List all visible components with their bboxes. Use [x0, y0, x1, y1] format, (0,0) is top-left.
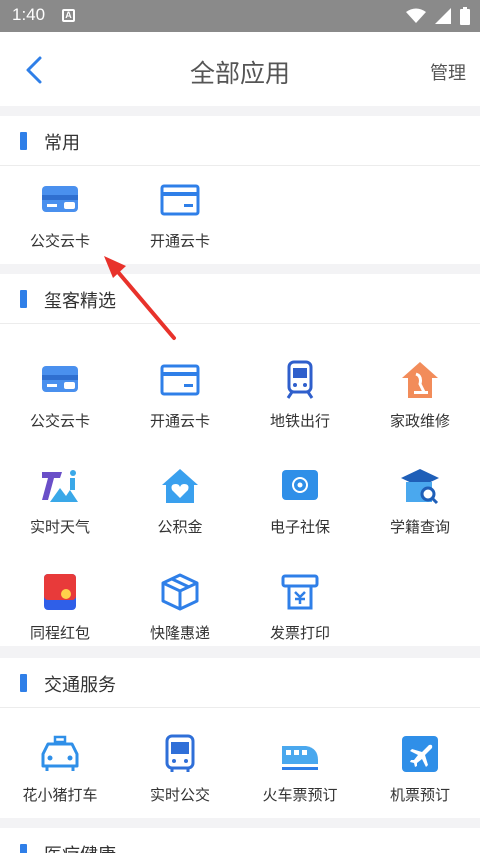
status-bar: 1:40 A: [0, 0, 480, 32]
app-label: 发票打印: [269, 624, 330, 642]
app-label: 实时公交: [149, 786, 210, 804]
section-header: 玺客精选: [0, 274, 480, 324]
taxi-car-icon: [41, 735, 79, 771]
manage-button[interactable]: 管理: [430, 59, 466, 85]
section-title: 医疗健康: [44, 841, 116, 853]
app-label: 公积金: [157, 518, 203, 536]
app-red-packet[interactable]: 同程红包: [0, 560, 120, 656]
red-packet-icon: [44, 574, 76, 610]
app-housing-fund[interactable]: 公积金: [120, 454, 240, 550]
app-label: 公交云卡: [29, 412, 90, 430]
nav-bar: 全部应用 管理: [0, 32, 480, 106]
section-header: 常用: [0, 116, 480, 166]
app-home-repair[interactable]: 家政维修: [360, 348, 480, 444]
house-heart-icon: [162, 469, 198, 503]
section-featured: 玺客精选 公交云卡 开通云卡 地铁出行 家政维修 实时天气 公积金 电子社保 学…: [0, 274, 480, 646]
app-label: 家政维修: [389, 412, 450, 430]
app-open-card[interactable]: 开通云卡: [120, 348, 240, 444]
section-marker: [20, 674, 27, 692]
app-metro[interactable]: 地铁出行: [240, 348, 360, 444]
graduation-search-icon: [401, 469, 439, 505]
app-label: 公交云卡: [29, 232, 90, 250]
page-title: 全部应用: [189, 59, 290, 88]
app-bus-card[interactable]: 公交云卡: [0, 348, 120, 444]
app-label: 火车票预订: [262, 786, 338, 804]
app-train-ticket[interactable]: 火车票预订: [240, 722, 360, 818]
app-label: 开通云卡: [149, 232, 210, 250]
app-open-card[interactable]: 开通云卡: [120, 168, 240, 264]
app-invoice-print[interactable]: 发票打印: [240, 560, 360, 656]
app-bus-card[interactable]: 公交云卡: [0, 168, 120, 264]
status-icons: [406, 7, 470, 25]
invoice-icon: [281, 574, 319, 610]
bus-card-icon: [42, 366, 78, 392]
card-icon: [160, 364, 200, 396]
app-student-status[interactable]: 学籍查询: [360, 454, 480, 550]
section-title: 交通服务: [44, 675, 116, 696]
app-label: 开通云卡: [149, 412, 210, 430]
app-label: 机票预订: [389, 786, 450, 804]
section-header: 医疗健康: [0, 828, 480, 853]
house-repair-icon: [402, 362, 438, 398]
section-transport: 交通服务 花小猪打车 实时公交 火车票预订 机票预订: [0, 658, 480, 818]
card-icon: [160, 184, 200, 216]
app-label: 快隆惠递: [149, 624, 210, 642]
app-taxi[interactable]: 花小猪打车: [0, 722, 120, 818]
section-header: 交通服务: [0, 658, 480, 708]
social-security-card-icon: [282, 470, 318, 500]
bus-card-icon: [42, 186, 78, 212]
app-realtime-bus[interactable]: 实时公交: [120, 722, 240, 818]
app-flight-ticket[interactable]: 机票预订: [360, 722, 480, 818]
app-label: 地铁出行: [269, 412, 330, 430]
section-common: 常用 公交云卡 开通云卡: [0, 116, 480, 264]
section-marker: [20, 290, 27, 308]
app-label: 学籍查询: [389, 518, 450, 536]
battery-icon: [460, 7, 470, 25]
section-title: 常用: [44, 133, 80, 154]
signal-icon: [435, 8, 451, 24]
section-marker: [20, 132, 27, 150]
wifi-icon: [406, 8, 426, 23]
status-time: 1:40: [12, 5, 46, 24]
app-label: 电子社保: [269, 518, 330, 536]
metro-icon: [286, 360, 314, 399]
notification-a-icon: A: [62, 9, 75, 22]
airplane-icon: [402, 736, 438, 772]
section-health: 医疗健康: [0, 828, 480, 853]
train-icon: [282, 746, 318, 770]
package-box-icon: [161, 573, 199, 611]
app-label: 实时天气: [29, 518, 90, 536]
section-title: 玺客精选: [44, 291, 116, 312]
section-marker: [20, 844, 27, 853]
app-label: 同程红包: [29, 624, 90, 642]
weather-logo-icon: [42, 470, 78, 502]
bus-icon: [165, 734, 195, 772]
app-weather[interactable]: 实时天气: [0, 454, 120, 550]
app-label: 花小猪打车: [22, 786, 98, 804]
app-express[interactable]: 快隆惠递: [120, 560, 240, 656]
app-social-security[interactable]: 电子社保: [240, 454, 360, 550]
